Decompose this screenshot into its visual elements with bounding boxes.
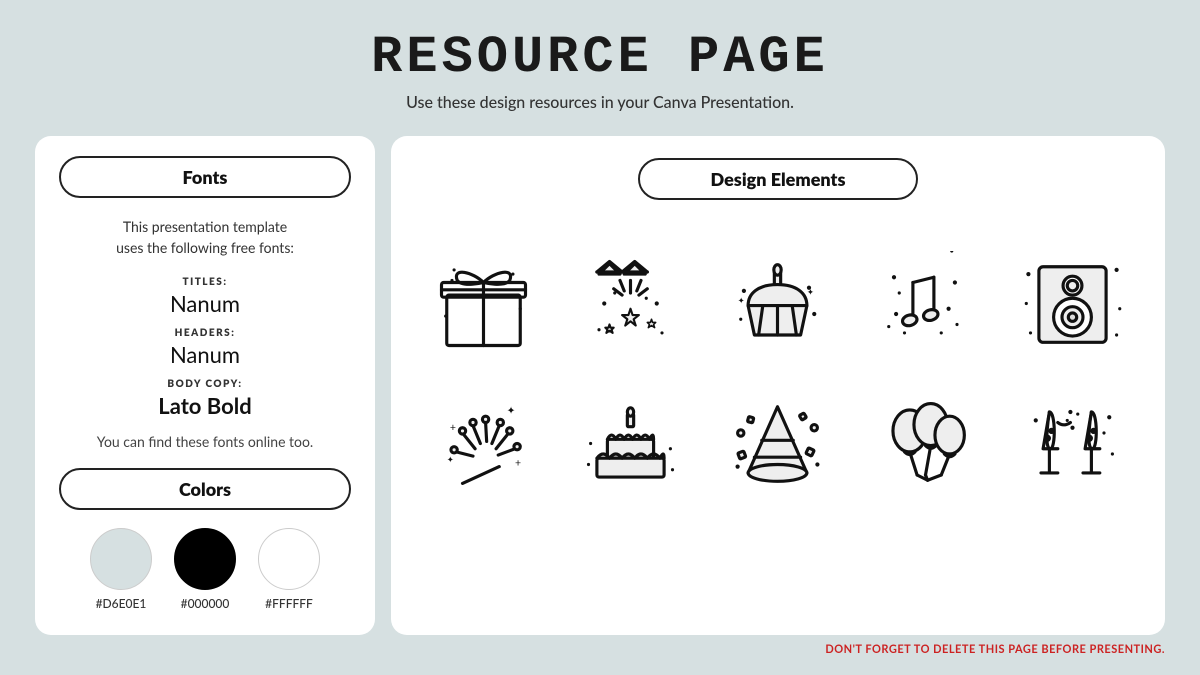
left-panel: Fonts This presentation templateuses the…: [35, 136, 375, 635]
sparkler-icon: + + ✦ ✦: [419, 378, 549, 508]
champagne-icon: [1007, 378, 1137, 508]
font-entry-titles: TITLES: Nanum: [59, 276, 351, 317]
font-label-body: BODY COPY:: [59, 378, 351, 390]
font-name-body: Lato Bold: [59, 392, 351, 419]
svg-text:✦: ✦: [807, 287, 814, 297]
swatch-item-light: #D6E0E1: [90, 528, 152, 611]
swatch-hex-light: #D6E0E1: [96, 596, 147, 611]
svg-text:✦: ✦: [447, 454, 454, 464]
swatch-hex-white: #FFFFFF: [265, 596, 313, 611]
design-elements-badge: Design Elements: [638, 158, 918, 200]
main-content: Fonts This presentation templateuses the…: [35, 136, 1165, 635]
svg-text:✦: ✦: [507, 405, 516, 417]
speaker-icon: [1007, 238, 1137, 368]
svg-text:+: +: [515, 457, 521, 469]
font-label-headers: HEADERS:: [59, 327, 351, 339]
font-entry-headers: HEADERS: Nanum: [59, 327, 351, 368]
swatch-item-white: #FFFFFF: [258, 528, 320, 611]
right-panel: Design Elements: [391, 136, 1165, 635]
swatch-circle-white: [258, 528, 320, 590]
swatch-circle-light: [90, 528, 152, 590]
fonts-note: You can find these fonts online too.: [59, 433, 351, 450]
swatch-circle-black: [174, 528, 236, 590]
fonts-badge: Fonts: [59, 156, 351, 198]
design-elements-header: Design Elements: [415, 158, 1141, 218]
font-name-headers: Nanum: [59, 341, 351, 368]
svg-text:✦: ✦: [738, 295, 745, 305]
party-hat-icon: [713, 378, 843, 508]
balloons-icon: [860, 378, 990, 508]
music-notes-icon: [860, 238, 990, 368]
birthday-cake-icon: [566, 378, 696, 508]
font-entry-body: BODY COPY: Lato Bold: [59, 378, 351, 419]
page-subtitle: Use these design resources in your Canva…: [371, 93, 829, 112]
gift-icon: [419, 238, 549, 368]
font-label-titles: TITLES:: [59, 276, 351, 288]
cupcake-icon: ✦ ✦: [713, 238, 843, 368]
party-popper-icon: [566, 238, 696, 368]
icons-grid: ✦ ✦: [415, 238, 1141, 508]
colors-swatches: #D6E0E1 #000000 #FFFFFF: [59, 528, 351, 611]
svg-text:+: +: [450, 421, 456, 433]
footer-note: DON'T FORGET TO DELETE THIS PAGE BEFORE …: [35, 643, 1165, 656]
swatch-item-black: #000000: [174, 528, 236, 611]
colors-section: Colors #D6E0E1 #000000 #FFFFFF: [59, 468, 351, 611]
page-title: ReSource Page: [371, 28, 829, 87]
font-name-titles: Nanum: [59, 290, 351, 317]
page-header: ReSource Page Use these design resources…: [371, 28, 829, 112]
swatch-hex-black: #000000: [181, 596, 230, 611]
colors-badge: Colors: [59, 468, 351, 510]
fonts-description: This presentation templateuses the follo…: [59, 216, 351, 258]
